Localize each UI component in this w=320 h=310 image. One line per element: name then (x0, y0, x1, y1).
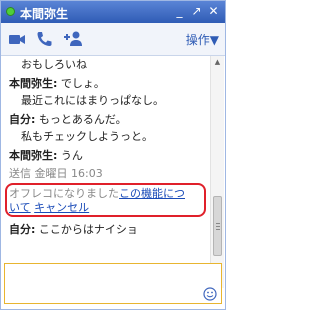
phone-icon (37, 32, 52, 46)
online-status-icon (6, 7, 15, 16)
scroll-up-icon[interactable]: ▲ (211, 56, 224, 69)
message-sender: 自分: (9, 113, 36, 126)
toolbar: 操作▼ (1, 23, 225, 56)
actions-menu-button[interactable]: 操作▼ (186, 31, 219, 48)
close-button[interactable]: ✕ (206, 4, 221, 19)
video-call-button[interactable] (7, 29, 27, 49)
offrecord-notice-line2: いて キャンセル (9, 200, 89, 215)
add-person-button[interactable] (61, 29, 85, 49)
chat-message: 自分: もっとあるんだ。 (9, 113, 127, 126)
chat-message: おもしろいね (21, 58, 87, 71)
scroll-thumb[interactable] (213, 196, 222, 256)
popout-button[interactable]: ↗ (189, 4, 204, 19)
message-sender: 本間弥生: (9, 149, 58, 162)
add-person-icon (64, 31, 82, 46)
chat-window: 本間弥生 _ ↗ ✕ 操作▼ おもしろいね 本間弥生: でしょ。 最近これにはま… (0, 0, 226, 310)
chat-message: 私もチェックしようっと。 (21, 130, 153, 143)
voice-call-button[interactable] (34, 29, 54, 49)
chat-message: 最近これにはまりっぱなし。 (21, 94, 164, 107)
cancel-offrecord-link[interactable]: キャンセル (34, 201, 89, 214)
about-feature-link-cont[interactable]: いて (9, 201, 31, 214)
chat-scrollbar[interactable]: ▲ ▼ (210, 56, 224, 288)
chat-message: 本間弥生: うん (9, 149, 83, 162)
video-camera-icon (9, 35, 25, 44)
message-input[interactable] (4, 263, 222, 304)
chat-log: おもしろいね 本間弥生: でしょ。 最近これにはまりっぱなし。 自分: もっとあ… (1, 56, 211, 288)
about-feature-link[interactable]: この機能につ (119, 187, 185, 200)
message-sender: 自分: (9, 223, 36, 236)
message-sender: 本間弥生: (9, 77, 58, 90)
minimize-button[interactable]: _ (172, 4, 187, 19)
window-title: 本間弥生 (20, 7, 69, 21)
chat-message: 自分: ここからはナイショ (9, 223, 138, 236)
sent-timestamp: 送信 金曜日 16:03 (9, 167, 103, 180)
chat-message: 本間弥生: でしょ。 (9, 77, 105, 90)
smiley-icon[interactable] (203, 287, 217, 301)
offrecord-notice: オフレコになりましたこの機能につ (9, 187, 185, 200)
title-bar[interactable]: 本間弥生 _ ↗ ✕ (1, 1, 225, 23)
